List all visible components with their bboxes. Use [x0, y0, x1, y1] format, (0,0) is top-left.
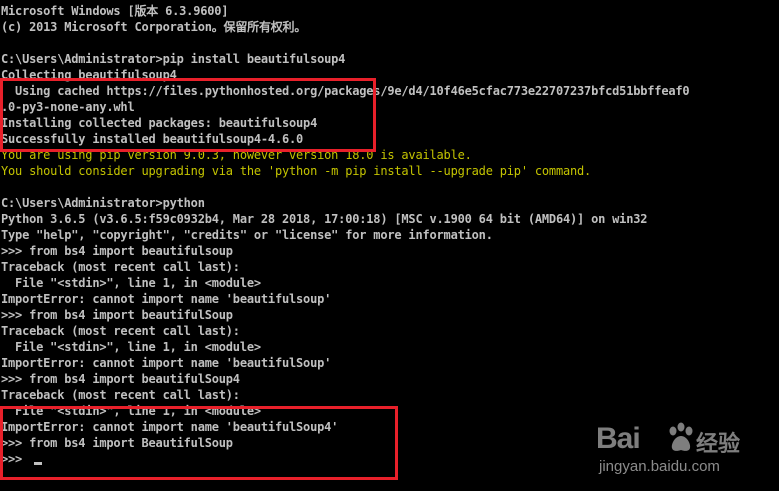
terminal-line: >>> from bs4 import beautifulSoup4 — [1, 372, 240, 386]
text-cursor — [34, 462, 42, 465]
watermark-jingyan-text: 经验 — [696, 432, 741, 457]
terminal-line: >>> from bs4 import beautifulsoup — [1, 244, 233, 258]
terminal-line: File "<stdin>", line 1, in <module> — [1, 276, 261, 290]
terminal-line: File "<stdin>", line 1, in <module> — [1, 340, 261, 354]
terminal-line: ImportError: cannot import name 'beautif… — [1, 292, 332, 306]
terminal-line: C:\Users\Administrator>pip install beaut… — [1, 52, 346, 66]
terminal-line: You should consider upgrading via the 'p… — [1, 164, 592, 178]
watermark-logo-text: Bai — [596, 422, 641, 455]
terminal-window[interactable]: Microsoft Windows [版本 6.3.9600] (c) 2013 … — [0, 0, 779, 491]
highlight-box-import — [0, 406, 398, 480]
terminal-line: Traceback (most recent call last): — [1, 388, 240, 402]
watermark-url: jingyan.baidu.com — [599, 458, 720, 475]
terminal-line: (c) 2013 Microsoft Corporation。保留所有权利。 — [1, 20, 307, 34]
terminal-line: Traceback (most recent call last): — [1, 324, 240, 338]
terminal-line: Python 3.6.5 (v3.6.5:f59c0932b4, Mar 28 … — [1, 212, 648, 226]
terminal-line: Type "help", "copyright", "credits" or "… — [1, 228, 493, 242]
terminal-line: Microsoft Windows [版本 6.3.9600] — [1, 4, 229, 18]
baidu-paw-icon — [669, 422, 693, 451]
terminal-line: C:\Users\Administrator>python — [1, 196, 205, 210]
terminal-line: >>> from bs4 import beautifulSoup — [1, 308, 233, 322]
highlight-box-install — [0, 78, 376, 152]
terminal-line: Traceback (most recent call last): — [1, 260, 240, 274]
baidu-watermark: Bai 经验 jingyan.baidu.com — [596, 420, 776, 480]
terminal-line: ImportError: cannot import name 'beautif… — [1, 356, 332, 370]
